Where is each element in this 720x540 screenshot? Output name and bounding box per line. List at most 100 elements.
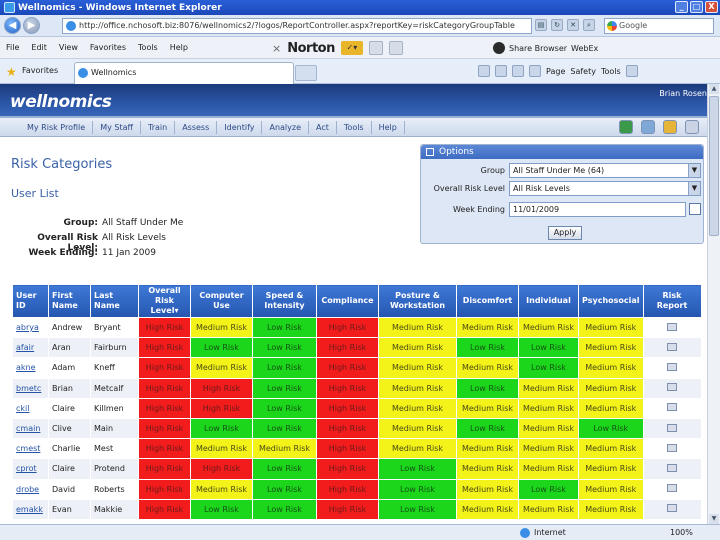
chevron-down-icon[interactable]: ▼ bbox=[688, 182, 700, 195]
risk-report-cell bbox=[642, 438, 702, 460]
webex-button[interactable]: WebEx bbox=[571, 44, 598, 53]
user-id-link[interactable]: cmest bbox=[16, 444, 40, 453]
menu-tools[interactable]: Tools bbox=[132, 43, 164, 52]
minimize-button[interactable]: _ bbox=[675, 1, 688, 13]
user-id-link[interactable]: drobe bbox=[16, 485, 39, 494]
column-header[interactable]: User ID bbox=[12, 284, 49, 318]
nav-tools[interactable]: Tools bbox=[337, 120, 372, 134]
options-header[interactable]: Options bbox=[421, 145, 703, 159]
report-icon[interactable] bbox=[667, 423, 678, 432]
url-input[interactable]: http://office.nchosoft.biz:8076/wellnomi… bbox=[62, 18, 532, 34]
risk-level-select[interactable]: All Risk Levels ▼ bbox=[509, 181, 701, 196]
norton-close-icon[interactable]: × bbox=[272, 42, 281, 55]
user-id-link[interactable]: ckil bbox=[16, 404, 29, 413]
page-menu[interactable]: Page bbox=[546, 67, 565, 76]
report-icon[interactable] bbox=[667, 443, 678, 452]
menu-favorites[interactable]: Favorites bbox=[84, 43, 132, 52]
nav-assess[interactable]: Assess bbox=[175, 120, 218, 134]
lock-icon[interactable] bbox=[685, 120, 699, 134]
nav-act[interactable]: Act bbox=[309, 120, 337, 134]
stop-icon[interactable]: ✕ bbox=[567, 19, 579, 31]
column-header[interactable]: Risk Report bbox=[642, 284, 702, 318]
column-header[interactable]: Discomfort bbox=[456, 284, 519, 318]
back-button[interactable]: ◀ bbox=[4, 17, 21, 34]
week-ending-input[interactable]: 11/01/2009 bbox=[509, 202, 686, 217]
menu-help[interactable]: Help bbox=[164, 43, 194, 52]
report-icon[interactable] bbox=[667, 463, 678, 472]
tab-wellnomics[interactable]: Wellnomics bbox=[74, 62, 294, 84]
report-icon[interactable] bbox=[667, 383, 678, 392]
column-header[interactable]: Posture & Workstation bbox=[378, 284, 457, 318]
column-header[interactable]: Overall Risk Level▾ bbox=[138, 284, 191, 318]
zoom-level[interactable]: 100% bbox=[670, 527, 693, 539]
user-id-link[interactable]: emakk bbox=[16, 505, 43, 514]
nav-help[interactable]: Help bbox=[372, 120, 405, 134]
group-select[interactable]: All Staff Under Me (64) ▼ bbox=[509, 163, 701, 178]
risk-cell: Low Risk bbox=[456, 337, 519, 359]
collapse-icon[interactable] bbox=[426, 148, 434, 156]
maximize-button[interactable]: □ bbox=[690, 1, 703, 13]
risk-report-cell bbox=[642, 458, 702, 480]
new-tab-button[interactable] bbox=[295, 65, 317, 81]
help-question-icon[interactable] bbox=[663, 120, 677, 134]
report-icon[interactable] bbox=[667, 403, 678, 412]
scroll-down-icon[interactable]: ▼ bbox=[709, 514, 719, 524]
norton-identity-icon[interactable] bbox=[368, 41, 383, 55]
norton-check-icon[interactable]: ✓▾ bbox=[340, 41, 363, 55]
menu-file[interactable]: File bbox=[0, 43, 25, 52]
report-icon[interactable] bbox=[667, 484, 678, 493]
home-icon[interactable] bbox=[478, 65, 490, 77]
user-id-link[interactable]: cmain bbox=[16, 424, 40, 433]
print-report-icon[interactable] bbox=[641, 120, 655, 134]
column-header[interactable]: Speed & Intensity bbox=[252, 284, 317, 318]
user-id-link[interactable]: afair bbox=[16, 343, 34, 352]
favorites-button[interactable]: Favorites bbox=[22, 66, 58, 75]
live-search-icon[interactable]: ⌕ bbox=[583, 19, 595, 31]
column-header[interactable]: Computer Use bbox=[190, 284, 253, 318]
address-bar: ◀ ▶ http://office.nchosoft.biz:8076/well… bbox=[0, 15, 720, 37]
user-id-link[interactable]: cprot bbox=[16, 464, 37, 473]
calendar-icon[interactable] bbox=[689, 203, 701, 215]
forward-button[interactable]: ▶ bbox=[23, 17, 40, 34]
column-header[interactable]: Compliance bbox=[316, 284, 379, 318]
help-icon[interactable] bbox=[625, 65, 638, 77]
print-icon[interactable] bbox=[529, 65, 541, 77]
menu-view[interactable]: View bbox=[53, 43, 84, 52]
first-name-cell: Evan bbox=[48, 498, 91, 520]
safety-menu[interactable]: Safety bbox=[570, 67, 596, 76]
feeds-icon[interactable] bbox=[495, 65, 507, 77]
nav-my-staff[interactable]: My Staff bbox=[93, 120, 141, 134]
excel-export-icon[interactable] bbox=[619, 120, 633, 134]
scroll-thumb[interactable] bbox=[709, 96, 719, 236]
nav-my-risk-profile[interactable]: My Risk Profile bbox=[20, 120, 94, 134]
nav-identify[interactable]: Identify bbox=[217, 120, 263, 134]
share-browser-button[interactable]: Share Browser bbox=[509, 44, 567, 53]
user-id-link[interactable]: abrya bbox=[16, 323, 39, 332]
user-id-link[interactable]: bmetc bbox=[16, 384, 41, 393]
column-header[interactable]: Individual bbox=[518, 284, 579, 318]
close-button[interactable]: X bbox=[705, 1, 718, 13]
tools-menu[interactable]: Tools bbox=[601, 67, 621, 76]
search-input[interactable]: Google bbox=[604, 18, 714, 34]
nav-train[interactable]: Train bbox=[141, 120, 176, 134]
vertical-scrollbar[interactable]: ▲ ▼ bbox=[707, 84, 720, 524]
user-id-link[interactable]: akne bbox=[16, 363, 36, 372]
favorites-star-icon[interactable]: ★ bbox=[6, 66, 18, 78]
report-icon[interactable] bbox=[667, 362, 678, 371]
scroll-up-icon[interactable]: ▲ bbox=[709, 84, 719, 94]
apply-button[interactable]: Apply bbox=[548, 226, 582, 240]
nav-analyze[interactable]: Analyze bbox=[262, 120, 310, 134]
norton-settings-icon[interactable] bbox=[388, 41, 403, 55]
chevron-down-icon[interactable]: ▼ bbox=[688, 164, 700, 177]
report-icon[interactable] bbox=[667, 342, 678, 351]
report-icon[interactable] bbox=[667, 322, 678, 331]
column-header[interactable]: First Name bbox=[48, 284, 91, 318]
column-header[interactable]: Psychosocial bbox=[578, 284, 644, 318]
compat-icon[interactable]: ▤ bbox=[535, 19, 547, 31]
menu-edit[interactable]: Edit bbox=[25, 43, 53, 52]
report-icon[interactable] bbox=[667, 504, 678, 513]
refresh-icon[interactable]: ↻ bbox=[551, 19, 563, 31]
table-row: akne Adam Kneff High Risk Medium Risk Low Ris… bbox=[12, 357, 702, 379]
mail-icon[interactable] bbox=[512, 65, 524, 77]
column-header[interactable]: Last Name bbox=[90, 284, 139, 318]
